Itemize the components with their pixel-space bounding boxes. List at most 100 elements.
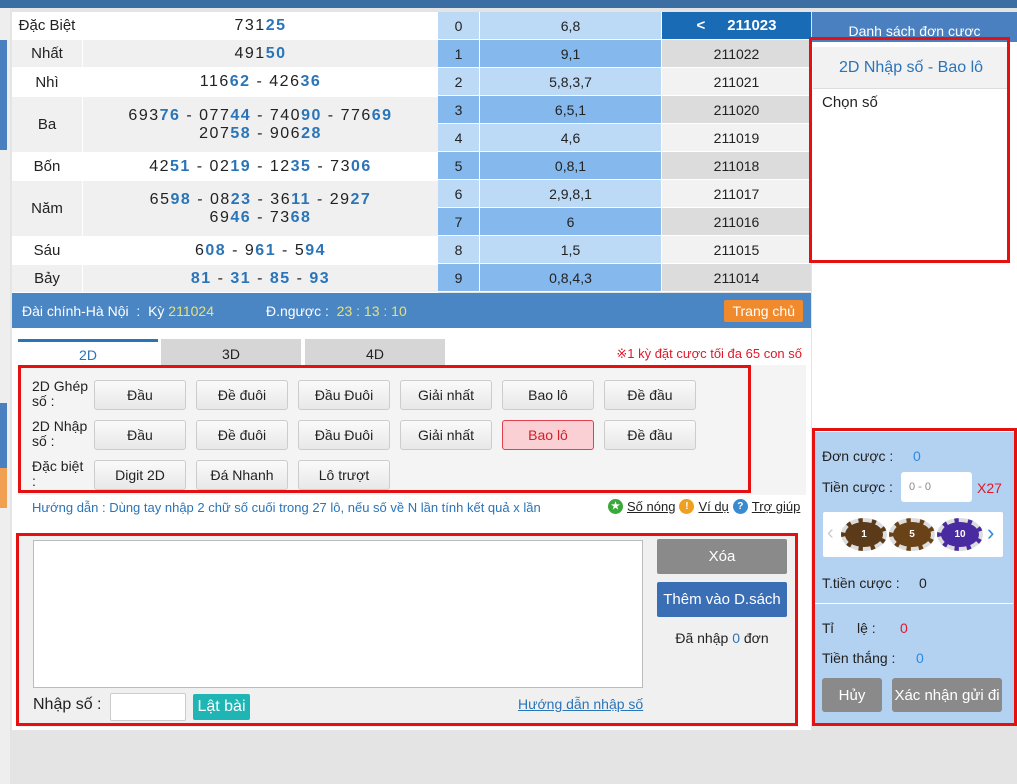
countdown-label: Đ.ngược :: [265, 302, 329, 319]
prize-label: Bảy: [34, 270, 60, 287]
result-row: Ba 69376 - 07744 - 74090 - 77669 20758 - 9…: [12, 97, 438, 153]
period-number: 211018: [713, 157, 760, 174]
stat-digit: 7: [438, 208, 480, 235]
prize-label: Ba: [37, 116, 57, 133]
period-number: 211017: [713, 185, 760, 202]
stat-values: 1,5: [480, 236, 662, 263]
highlight-bet-types: [18, 365, 751, 493]
prize-label: Bốn: [33, 158, 61, 175]
period-number: 211019: [713, 129, 760, 146]
period: 211022: [662, 40, 811, 67]
stat-row: 3 6,5,1 211020: [438, 96, 811, 124]
stat-digit: 0: [438, 12, 480, 39]
tab-3d[interactable]: 3D: [161, 339, 301, 368]
period: 211016: [662, 208, 811, 235]
result-row: Sáu 608 - 961 - 594: [12, 237, 438, 265]
stat-values: 5,8,3,7: [480, 68, 662, 95]
period: 211014: [662, 264, 811, 291]
period-number: 211021: [713, 73, 760, 90]
prize-number: 6946: [209, 208, 252, 226]
prize-number: 49150: [234, 44, 287, 62]
prize-number: 81: [190, 269, 212, 287]
highlight-bet-list: [809, 37, 1010, 263]
prize-number: 1235: [269, 157, 312, 175]
home-button[interactable]: Trang chủ: [724, 300, 803, 322]
prize-number: 608: [194, 241, 227, 259]
stat-values: 0,8,4,3: [480, 264, 662, 291]
stat-digit: 6: [438, 180, 480, 207]
stat-values: 9,1: [480, 40, 662, 67]
stat-row: 6 2,9,8,1 211017: [438, 180, 811, 208]
stat-values: 4,6: [480, 124, 662, 151]
period[interactable]: <211023: [662, 12, 811, 39]
prize-numbers: 81 - 31 - 85 - 93: [82, 265, 438, 292]
period-number: 211023: [727, 17, 777, 34]
period-number: 211020: [713, 101, 760, 118]
stat-values: 6,5,1: [480, 96, 662, 123]
hot-numbers-link[interactable]: Số nóng: [627, 499, 675, 514]
hint-text: Hướng dẫn : Dùng tay nhập 2 chữ số cuối …: [32, 500, 541, 515]
stat-row: 8 1,5 211015: [438, 236, 811, 264]
stat-digit: 8: [438, 236, 480, 263]
prize-numbers: 4251 - 0219 - 1235 - 7306: [82, 153, 438, 180]
highlight-summary: [812, 428, 1017, 726]
stat-digit: 2: [438, 68, 480, 95]
period: 211019: [662, 124, 811, 151]
stat-row: 4 4,6 211019: [438, 124, 811, 152]
prize-number: 7306: [330, 157, 372, 175]
left-sidebar-edge: [0, 8, 10, 784]
results-table: Đặc Biệt 73125 Nhất 49150 Nhì 11662 - 42636 Ba…: [12, 12, 438, 293]
period-number: 211022: [713, 45, 760, 62]
prize-numbers: 608 - 961 - 594: [82, 237, 438, 264]
info-bar: Đài chính-Hà Nội : Kỳ 211024 Đ.ngược : 2…: [12, 293, 811, 328]
stat-digit: 5: [438, 152, 480, 179]
help-link[interactable]: Trợ giúp: [752, 499, 801, 514]
stat-digit: 3: [438, 96, 480, 123]
warning-icon: !: [679, 499, 695, 514]
result-row: Nhất 49150: [12, 40, 438, 68]
prize-number: 2927: [329, 190, 372, 208]
stats-table: 0 6,8 <211023 1 9,1 211022 2 5,8,3,7 211021 3 6,5,…: [438, 12, 811, 292]
prize-numbers: 69376 - 07744 - 74090 - 77669 20758 - 906…: [82, 97, 438, 152]
prize-label: Đặc Biệt: [18, 17, 76, 34]
prize-number: 77669: [340, 106, 393, 124]
help-icon: ?: [732, 499, 748, 514]
top-bar: [0, 0, 1017, 8]
prize-numbers: 11662 - 42636: [82, 68, 438, 96]
star-icon: ★: [608, 499, 623, 514]
stat-digit: 9: [438, 264, 480, 291]
prize-number: 85: [269, 269, 291, 287]
prize-label: Nhất: [31, 45, 63, 62]
stat-digit: 4: [438, 124, 480, 151]
period: 211017: [662, 180, 811, 207]
prize-label: Nhì: [35, 73, 59, 91]
chevron-left-icon[interactable]: <: [697, 17, 706, 34]
stat-row: 2 5,8,3,7 211021: [438, 68, 811, 96]
stat-row: 0 6,8 <211023: [438, 12, 811, 40]
stat-values: 6: [480, 208, 662, 235]
prize-numbers: 73125: [82, 12, 438, 39]
prize-number: 7368: [269, 208, 312, 226]
prize-number: 31: [230, 269, 252, 287]
tab-2d[interactable]: 2D: [18, 339, 158, 368]
help-links: ★ Số nóng ! Ví dụ ? Trợ giúp: [608, 499, 800, 514]
period-number: 211014: [713, 269, 760, 286]
stat-row: 7 6 211016: [438, 208, 811, 236]
prize-number: 20758: [199, 124, 252, 142]
stat-row: 9 0,8,4,3 211014: [438, 264, 811, 292]
period: 211015: [662, 236, 811, 263]
prize-number: 6598: [149, 190, 192, 208]
result-row: Đặc Biệt 73125: [12, 12, 438, 40]
highlight-input-area: [16, 533, 798, 726]
result-row: Bốn 4251 - 0219 - 1235 - 7306: [12, 153, 438, 181]
station: Đài chính-Hà Nội: [22, 302, 129, 319]
prize-number: 961: [244, 241, 277, 259]
example-link[interactable]: Ví dụ: [698, 499, 728, 514]
tab-4d[interactable]: 4D: [305, 339, 445, 368]
prize-numbers: 6598 - 0823 - 3611 - 2927 6946 - 7368: [82, 181, 438, 236]
prize-number: 74090: [269, 106, 322, 124]
period: 211021: [662, 68, 811, 95]
stat-values: 2,9,8,1: [480, 180, 662, 207]
result-row: Nhì 11662 - 42636: [12, 68, 438, 97]
period: 211020: [662, 96, 811, 123]
